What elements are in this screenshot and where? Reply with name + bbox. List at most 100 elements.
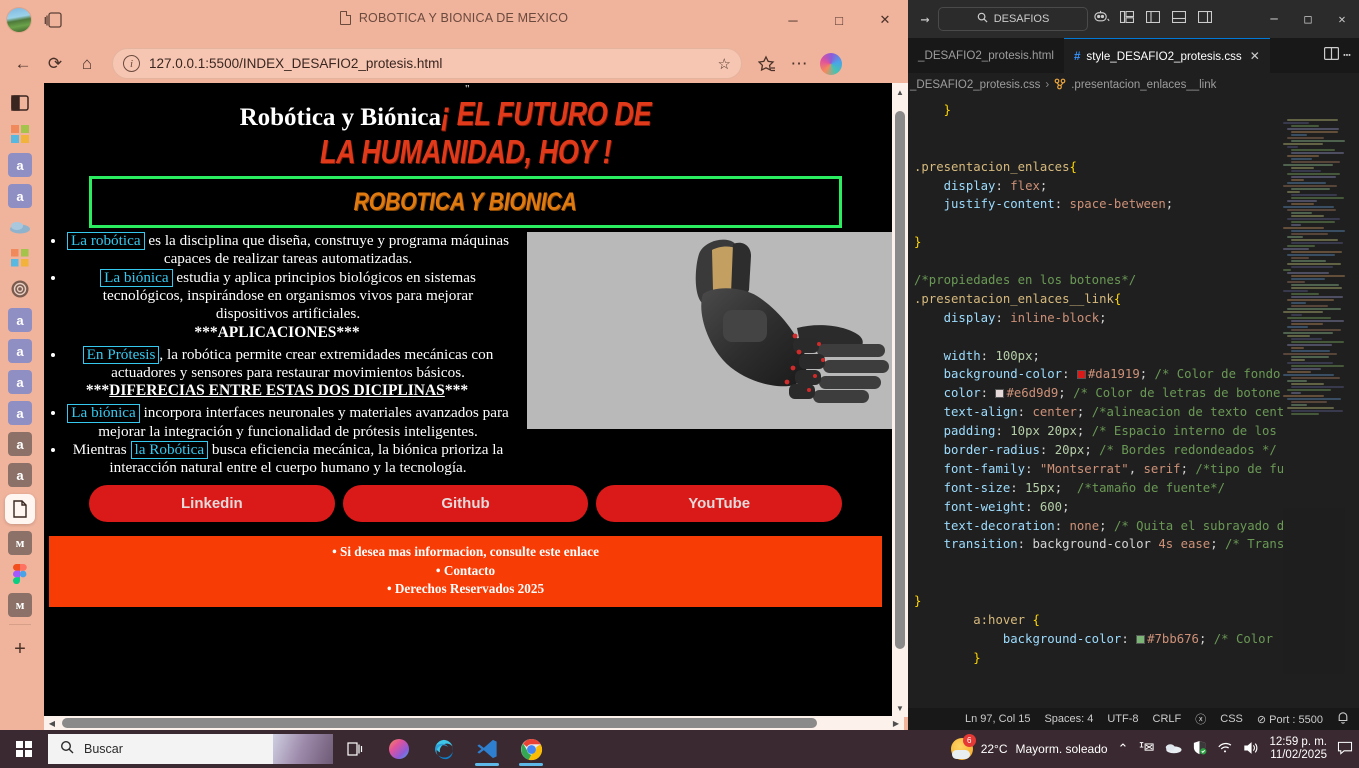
status-spaces[interactable]: Spaces: 4: [1044, 713, 1093, 725]
add-sidebar-app-icon[interactable]: +: [14, 638, 26, 661]
linkedin-link[interactable]: Linkedin: [89, 485, 335, 523]
url-text[interactable]: 127.0.0.1:5500/INDEX_DESAFIO2_protesis.h…: [149, 56, 718, 71]
footer-item-enlace[interactable]: Si desea mas informacion, consulte este …: [49, 543, 882, 561]
tab-css-file[interactable]: # style_DESAFIO2_protesis.css ✕: [1063, 38, 1270, 73]
more-options-icon[interactable]: ⋯: [784, 49, 814, 79]
minimap-line: [1291, 167, 1314, 169]
youtube-link[interactable]: YouTube: [596, 485, 843, 523]
breadcrumb-file[interactable]: _DESAFIO2_protesis.css: [910, 79, 1040, 91]
reload-icon[interactable]: ⟳: [40, 49, 70, 79]
scroll-up-arrow[interactable]: ▲: [892, 83, 908, 101]
scroll-right-arrow[interactable]: ▶: [888, 716, 904, 730]
command-search-box[interactable]: DESAFIOS: [938, 7, 1088, 31]
vscode-minimize-button[interactable]: ─: [1257, 0, 1291, 38]
app-a-icon-7[interactable]: a: [8, 432, 32, 456]
app-a-icon-5[interactable]: a: [8, 370, 32, 394]
status-language[interactable]: CSS: [1220, 713, 1243, 725]
show-hidden-icons[interactable]: ⌃: [1118, 741, 1129, 757]
favorites-icon[interactable]: [752, 49, 782, 79]
volume-icon[interactable]: [1243, 741, 1259, 758]
home-icon[interactable]: ⌂: [72, 49, 102, 79]
forward-arrow-icon[interactable]: →: [912, 10, 938, 28]
microsoft-store-icon[interactable]: [8, 246, 32, 270]
maze-icon[interactable]: [8, 277, 32, 301]
minimap-line: [1291, 368, 1321, 370]
app-m-icon-1[interactable]: м: [8, 531, 32, 555]
clock[interactable]: 12:59 p. m. 11/02/2025: [1269, 736, 1327, 762]
info-list: La robótica es la disciplina que diseña,…: [44, 232, 510, 324]
back-icon[interactable]: ←: [8, 49, 38, 79]
notifications-icon[interactable]: [1337, 741, 1353, 758]
close-button[interactable]: ✕: [862, 0, 908, 40]
chrome-taskbar-icon[interactable]: [509, 730, 553, 768]
minimap-line: [1291, 203, 1314, 205]
minimap-line: [1291, 179, 1304, 181]
more-actions-icon[interactable]: ⋯: [1343, 48, 1351, 63]
edge-taskbar-icon[interactable]: [421, 730, 465, 768]
vscode-maximize-button[interactable]: □: [1291, 0, 1325, 38]
address-bar[interactable]: i 127.0.0.1:5500/INDEX_DESAFIO2_protesis…: [112, 48, 742, 79]
status-live-icon[interactable]: ⓧ: [1195, 711, 1206, 727]
weather-widget[interactable]: 6 22°C Mayorm. soleado: [950, 734, 1108, 760]
page-vertical-scrollbar[interactable]: ▲ ▼: [892, 83, 908, 717]
code-editor[interactable]: } .presentacion_enlaces{ display: flex; j…: [908, 97, 1359, 674]
start-button[interactable]: [0, 730, 48, 768]
minimize-button[interactable]: ─: [770, 0, 816, 40]
status-port[interactable]: ⊘ Port : 5500: [1257, 713, 1323, 726]
site-info-icon[interactable]: i: [123, 55, 140, 72]
list-item-bionica-2: La biónica incorpora interfaces neuronal…: [66, 404, 510, 441]
split-screen-icon[interactable]: [8, 91, 32, 115]
status-eol[interactable]: CRLF: [1153, 713, 1182, 725]
split-editor-icon[interactable]: [1324, 47, 1340, 64]
vscode-taskbar-icon[interactable]: [465, 730, 509, 768]
minimap-line: [1283, 311, 1323, 313]
app-a-icon-8[interactable]: a: [8, 463, 32, 487]
breadcrumb-symbol[interactable]: .presentacion_enlaces__link: [1071, 79, 1216, 91]
cloud-icon[interactable]: [8, 215, 32, 239]
customize-layout-icon-4[interactable]: [1192, 10, 1218, 27]
minimap[interactable]: [1283, 101, 1345, 674]
figma-icon[interactable]: [8, 562, 32, 586]
app-a-icon-4[interactable]: a: [8, 339, 32, 363]
vscode-close-button[interactable]: ✕: [1325, 0, 1359, 38]
vertical-scroll-thumb[interactable]: [895, 111, 905, 649]
app-a-icon-1[interactable]: a: [8, 153, 32, 177]
scroll-left-arrow[interactable]: ◀: [44, 716, 60, 730]
bookmark-star-icon[interactable]: ☆: [718, 55, 731, 73]
page-tool-icon[interactable]: [5, 494, 35, 524]
keyboard-layout-icon[interactable]: [1138, 741, 1155, 757]
page-horizontal-scrollbar[interactable]: ◀ ▶: [44, 716, 904, 730]
customize-layout-icon-3[interactable]: [1166, 10, 1192, 27]
scroll-down-arrow[interactable]: ▼: [892, 699, 908, 717]
app-a-icon-2[interactable]: a: [8, 184, 32, 208]
minimap-line: [1291, 320, 1344, 322]
security-shield-icon[interactable]: [1192, 740, 1207, 758]
app-a-icon-3[interactable]: a: [8, 308, 32, 332]
horizontal-scroll-thumb[interactable]: [62, 718, 817, 728]
minimap-line: [1283, 374, 1334, 376]
customize-layout-icon-1[interactable]: [1114, 10, 1140, 27]
github-link[interactable]: Github: [342, 485, 589, 523]
minimap-line: [1283, 227, 1324, 229]
copilot-taskbar-icon[interactable]: [377, 730, 421, 768]
taskbar-search[interactable]: Buscar: [48, 734, 333, 764]
minimap-line: [1291, 149, 1335, 151]
tab-html-file[interactable]: _DESAFIO2_protesis.html: [908, 38, 1064, 73]
remote-explorer-icon[interactable]: [1088, 10, 1114, 28]
footer-item-contacto[interactable]: Contacto: [49, 562, 882, 580]
status-bell-icon[interactable]: [1337, 711, 1349, 727]
wifi-icon[interactable]: [1217, 741, 1233, 757]
customize-layout-icon-2[interactable]: [1140, 10, 1166, 27]
maximize-button[interactable]: □: [816, 0, 862, 40]
minimap-line: [1291, 341, 1344, 343]
tab-close-icon[interactable]: ✕: [1250, 49, 1260, 63]
status-position[interactable]: Ln 97, Col 15: [965, 713, 1030, 725]
onedrive-icon[interactable]: [1164, 742, 1183, 757]
editor-scrollbar[interactable]: [1345, 97, 1359, 674]
task-view-button[interactable]: [333, 730, 377, 768]
copilot-icon[interactable]: [816, 49, 846, 79]
app-a-icon-6[interactable]: a: [8, 401, 32, 425]
status-encoding[interactable]: UTF-8: [1107, 713, 1138, 725]
office-icon[interactable]: [8, 122, 32, 146]
app-m-icon-2[interactable]: м: [8, 593, 32, 617]
